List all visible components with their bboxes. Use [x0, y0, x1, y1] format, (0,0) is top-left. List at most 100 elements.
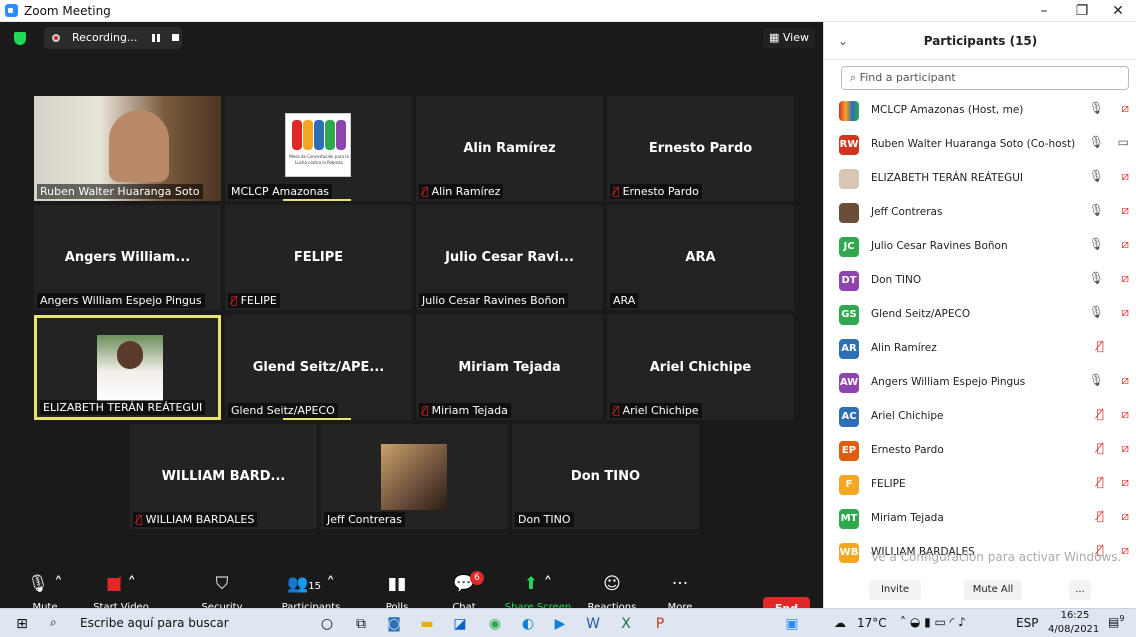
- clock-date[interactable]: 4/08/2021: [1048, 624, 1099, 635]
- video-tile[interactable]: Ariel Chichipe 🎙̸ Ariel Chichipe: [607, 315, 794, 420]
- encryption-shield-icon[interactable]: [14, 32, 26, 45]
- video-tile[interactable]: ELIZABETH TERÁN REÁTEGUI: [34, 315, 221, 420]
- search-placeholder: Find a participant: [859, 71, 956, 84]
- video-off-icon[interactable]: ⧄: [1121, 101, 1129, 116]
- media-player-icon[interactable]: ▶: [546, 613, 574, 635]
- participant-row[interactable]: F FELIPE 🎙̸ ⧄: [824, 468, 1136, 502]
- panel-header: ⌄ Participants (15): [824, 22, 1136, 60]
- participant-name: Alin Ramírez: [871, 342, 937, 354]
- video-off-icon[interactable]: ⧄: [1121, 407, 1129, 422]
- invite-button[interactable]: Invite: [869, 580, 921, 600]
- mic-icon[interactable]: 🎙: [1089, 373, 1104, 387]
- participant-row[interactable]: MCLCP Amazonas (Host, me) 🎙 ⧄: [824, 94, 1136, 128]
- mic-muted-icon[interactable]: 🎙̸: [1097, 339, 1104, 353]
- participant-row[interactable]: AW Angers William Espejo Pingus 🎙 ⧄: [824, 366, 1136, 400]
- mic-icon[interactable]: 🎙: [1089, 203, 1104, 217]
- close-button[interactable]: ✕: [1100, 0, 1136, 22]
- mute-all-button[interactable]: Mute All: [964, 580, 1022, 600]
- video-off-icon[interactable]: ⧄: [1121, 271, 1129, 286]
- video-off-icon[interactable]: ⧄: [1121, 441, 1129, 456]
- taskbar-search-input[interactable]: Escribe aquí para buscar: [80, 616, 229, 630]
- participant-row[interactable]: GS Glend Seitz/APECO 🎙 ⧄: [824, 298, 1136, 332]
- mic-muted-icon[interactable]: 🎙̸: [1097, 509, 1104, 523]
- edge-icon[interactable]: ◐: [514, 613, 542, 635]
- video-off-icon[interactable]: ⧄: [1121, 237, 1129, 252]
- minimize-button[interactable]: –: [1026, 0, 1062, 22]
- video-off-icon[interactable]: ⧄: [1121, 169, 1129, 184]
- cortana-icon[interactable]: ○: [313, 613, 341, 635]
- window-title: Zoom Meeting: [24, 4, 111, 18]
- chevron-down-icon[interactable]: ⌄: [838, 22, 848, 60]
- video-off-icon[interactable]: ⧄: [1121, 543, 1129, 558]
- outlook-icon[interactable]: ◪: [446, 613, 474, 635]
- notification-icon[interactable]: ▤9: [1108, 614, 1124, 629]
- mic-muted-icon[interactable]: 🎙̸: [1097, 475, 1104, 489]
- video-tile[interactable]: Glend Seitz/APE... Glend Seitz/APECO: [225, 315, 412, 420]
- participant-row[interactable]: RW Ruben Walter Huaranga Soto (Co-host) 🎙 ▭: [824, 128, 1136, 162]
- tile-label-text: ELIZABETH TERÁN REÁTEGUI: [43, 401, 203, 414]
- video-tile[interactable]: Alin Ramírez 🎙̸ Alin Ramírez: [416, 96, 603, 201]
- windows-start-icon[interactable]: ⊞: [8, 613, 36, 635]
- panel-more-button[interactable]: ...: [1069, 580, 1091, 600]
- video-off-icon[interactable]: ⧄: [1121, 203, 1129, 218]
- video-icon[interactable]: ▭: [1118, 135, 1129, 149]
- task-view-icon[interactable]: ⧉: [347, 613, 375, 635]
- word-icon[interactable]: W: [579, 613, 607, 635]
- weather-icon: ☁: [834, 616, 846, 630]
- participant-row[interactable]: EP Ernesto Pardo 🎙̸ ⧄: [824, 434, 1136, 468]
- tray-icons[interactable]: ˄ ◒ ▮ ▭ ◜ ♪: [900, 615, 966, 629]
- video-tile[interactable]: Miriam Tejada 🎙̸ Miriam Tejada: [416, 315, 603, 420]
- pause-recording-icon[interactable]: [152, 34, 160, 42]
- mic-icon[interactable]: 🎙: [1089, 135, 1104, 149]
- muted-mic-icon: 🎙̸: [231, 294, 238, 307]
- mic-muted-icon[interactable]: 🎙̸: [1097, 407, 1104, 421]
- video-tile[interactable]: FELIPE 🎙̸ FELIPE: [225, 205, 412, 310]
- participant-photo: [381, 444, 447, 510]
- video-tile[interactable]: Ernesto Pardo 🎙̸ Ernesto Pardo: [607, 96, 794, 201]
- video-tile[interactable]: Mesa de Concertación para la Lucha contr…: [225, 96, 412, 201]
- powerpoint-icon[interactable]: P: [646, 613, 674, 635]
- mic-muted-icon[interactable]: 🎙̸: [1097, 441, 1104, 455]
- participant-row[interactable]: ELIZABETH TERÁN REÁTEGUI 🎙 ⧄: [824, 162, 1136, 196]
- notification-count: 9: [1119, 614, 1125, 623]
- tile-display-name: Miriam Tejada: [458, 360, 561, 375]
- stop-recording-icon[interactable]: [172, 34, 179, 41]
- video-tile[interactable]: Jeff Contreras: [321, 424, 508, 529]
- mic-icon[interactable]: 🎙: [1089, 101, 1104, 115]
- mic-icon[interactable]: 🎙: [1089, 169, 1104, 183]
- clock-time[interactable]: 16:25: [1056, 610, 1094, 621]
- video-tile[interactable]: WILLIAM BARD... 🎙̸ WILLIAM BARDALES: [130, 424, 317, 529]
- participant-search-input[interactable]: ⌕ Find a participant: [841, 66, 1129, 90]
- tile-name-label: Glend Seitz/APECO: [228, 403, 338, 418]
- mic-icon[interactable]: 🎙: [1089, 237, 1104, 251]
- participants-icon: 👥15 ˄: [287, 574, 335, 594]
- video-tile[interactable]: ARA ARA: [607, 205, 794, 310]
- tile-display-name: FELIPE: [293, 250, 344, 265]
- participant-row[interactable]: AC Ariel Chichipe 🎙̸ ⧄: [824, 400, 1136, 434]
- file-explorer-icon[interactable]: ▬: [413, 613, 441, 635]
- video-tile[interactable]: Angers William... Angers William Espejo P…: [34, 205, 221, 310]
- camera-app-icon[interactable]: ◙: [380, 613, 408, 635]
- zoom-taskbar-icon[interactable]: ▣: [778, 613, 806, 635]
- participant-video: [109, 110, 169, 182]
- video-off-icon[interactable]: ⧄: [1121, 373, 1129, 388]
- participant-row[interactable]: DT Don TINO 🎙 ⧄: [824, 264, 1136, 298]
- language-indicator[interactable]: ESP: [1016, 616, 1038, 630]
- video-tile[interactable]: Julio Cesar Ravi... Julio Cesar Ravines B…: [416, 205, 603, 310]
- participant-row[interactable]: Jeff Contreras 🎙 ⧄: [824, 196, 1136, 230]
- video-tile[interactable]: Ruben Walter Huaranga Soto: [34, 96, 221, 201]
- video-tile[interactable]: Don TINO Don TINO: [512, 424, 699, 529]
- video-off-icon[interactable]: ⧄: [1121, 475, 1129, 490]
- participant-name: Glend Seitz/APECO: [871, 308, 971, 320]
- chrome-icon[interactable]: ◉: [481, 613, 509, 635]
- video-off-icon[interactable]: ⧄: [1121, 305, 1129, 320]
- mic-icon[interactable]: 🎙: [1089, 271, 1104, 285]
- view-button[interactable]: ▦ View: [763, 28, 815, 48]
- mic-icon[interactable]: 🎙: [1089, 305, 1104, 319]
- video-off-icon[interactable]: ⧄: [1121, 509, 1129, 524]
- participant-row[interactable]: JC Julio Cesar Ravines Boñon 🎙 ⧄: [824, 230, 1136, 264]
- excel-icon[interactable]: X: [612, 613, 640, 635]
- restore-button[interactable]: ❐: [1064, 0, 1100, 22]
- participant-row[interactable]: MT Miriam Tejada 🎙̸ ⧄: [824, 502, 1136, 536]
- participant-row[interactable]: AR Alin Ramírez 🎙̸: [824, 332, 1136, 366]
